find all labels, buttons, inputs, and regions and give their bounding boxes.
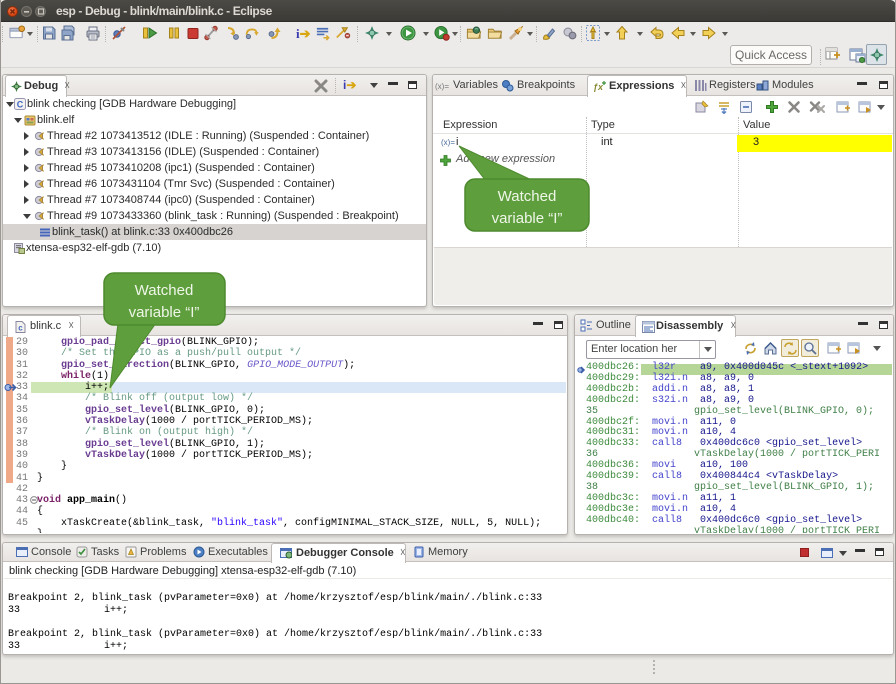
svg-text:(x)=: (x)=	[435, 82, 449, 91]
svg-text:C: C	[17, 100, 24, 110]
svg-text:c: c	[18, 324, 23, 333]
